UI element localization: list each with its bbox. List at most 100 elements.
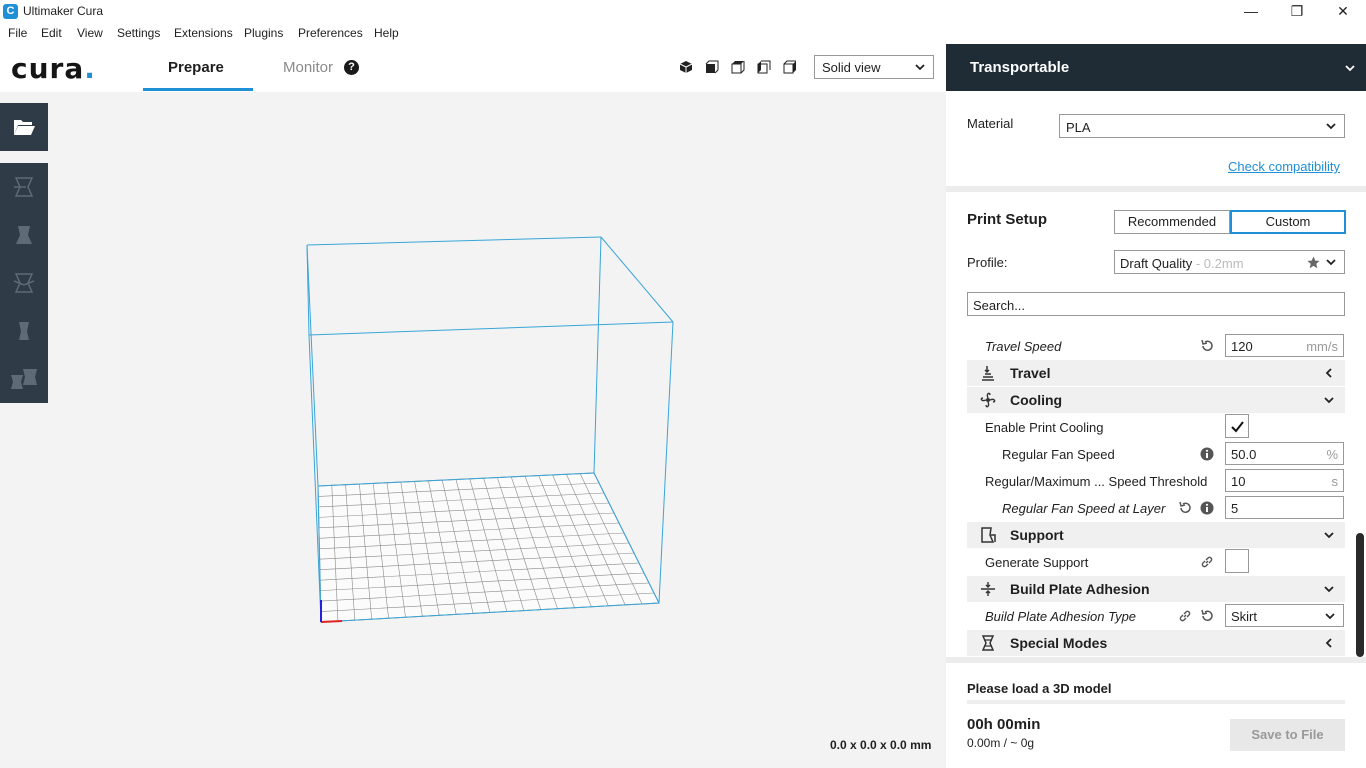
rotate-tool-icon[interactable]	[12, 271, 36, 295]
category-travel-label: Travel	[1010, 365, 1051, 381]
chevron-down-icon	[1324, 586, 1334, 593]
save-to-file-button[interactable]: Save to File	[1230, 719, 1345, 751]
support-icon	[981, 527, 996, 543]
maximize-button[interactable]: ❐	[1274, 0, 1320, 23]
chevron-down-icon	[1325, 613, 1335, 620]
travel-speed-input[interactable]: 120 mm/s	[1225, 334, 1344, 357]
enable-cooling-checkbox[interactable]	[1225, 414, 1249, 438]
chevron-down-icon	[1326, 123, 1336, 130]
reset-icon[interactable]	[1200, 339, 1214, 353]
load-model-message: Please load a 3D model	[967, 681, 1112, 696]
custom-mode-button[interactable]: Custom	[1230, 210, 1346, 234]
menu-view[interactable]: View	[77, 26, 103, 40]
move-tool-icon[interactable]	[12, 175, 36, 199]
profile-layer-height: - 0.2mm	[1192, 256, 1244, 271]
chevron-down-icon	[1345, 65, 1355, 72]
travel-icon	[982, 366, 994, 381]
model-dimensions: 0.0 x 0.0 x 0.0 mm	[830, 738, 932, 752]
reset-icon[interactable]	[1200, 609, 1214, 623]
view-3d-icon[interactable]	[679, 60, 693, 74]
mirror-tool-icon[interactable]	[12, 319, 36, 343]
info-icon[interactable]	[1200, 501, 1214, 515]
menu-preferences[interactable]: Preferences	[298, 26, 363, 40]
model-tools-toolbar	[0, 163, 48, 403]
cura-app-icon: C	[3, 4, 18, 19]
profile-value: Draft Quality	[1120, 256, 1193, 271]
reset-icon[interactable]	[1178, 501, 1192, 515]
travel-speed-value: 120	[1231, 339, 1253, 354]
tab-prepare[interactable]: Prepare	[168, 59, 224, 76]
fan-layer-input[interactable]: 5	[1225, 496, 1344, 519]
menu-settings[interactable]: Settings	[117, 26, 160, 40]
menu-extensions[interactable]: Extensions	[174, 26, 233, 40]
category-cooling[interactable]: Cooling	[967, 387, 1345, 413]
generate-support-checkbox[interactable]	[1225, 549, 1249, 573]
check-compatibility-link[interactable]: Check compatibility	[1228, 159, 1340, 174]
adhesion-type-value: Skirt	[1231, 609, 1257, 624]
close-button[interactable]: ✕	[1320, 0, 1366, 23]
link-icon[interactable]	[1200, 555, 1214, 569]
scale-tool-icon[interactable]	[12, 223, 36, 247]
slicing-progress-bar	[967, 700, 1345, 704]
speed-threshold-label: Regular/Maximum ... Speed Threshold	[985, 474, 1208, 489]
chevron-down-icon	[1326, 259, 1336, 266]
enable-cooling-label: Enable Print Cooling	[985, 420, 1104, 435]
fan-speed-input[interactable]: 50.0 %	[1225, 442, 1344, 465]
3d-viewport[interactable]	[0, 44, 946, 768]
settings-scrollbar[interactable]	[1356, 533, 1364, 657]
material-select[interactable]: PLA	[1059, 114, 1345, 138]
star-icon[interactable]	[1307, 256, 1320, 269]
category-special-modes-label: Special Modes	[1010, 635, 1108, 651]
link-icon[interactable]	[1178, 609, 1192, 623]
minimize-button[interactable]: —	[1228, 0, 1274, 23]
profile-label: Profile:	[967, 255, 1008, 270]
menu-file[interactable]: File	[8, 26, 27, 40]
travel-speed-unit: mm/s	[1306, 339, 1338, 354]
checkmark-icon	[1231, 421, 1244, 433]
cura-logo: cura.	[11, 52, 96, 85]
generate-support-label: Generate Support	[985, 555, 1089, 570]
menu-plugins[interactable]: Plugins	[244, 26, 283, 40]
category-special-modes[interactable]: Special Modes	[967, 630, 1345, 656]
chevron-down-icon	[1324, 532, 1334, 539]
category-build-plate-adhesion[interactable]: Build Plate Adhesion	[967, 576, 1345, 602]
view-right-icon[interactable]	[783, 60, 797, 74]
adhesion-type-select[interactable]: Skirt	[1225, 604, 1344, 627]
material-value: PLA	[1066, 120, 1091, 135]
adhesion-icon	[981, 582, 995, 596]
fan-speed-unit: %	[1326, 447, 1338, 462]
view-mode-value: Solid view	[822, 60, 881, 75]
fan-layer-value: 5	[1231, 501, 1239, 516]
recommended-mode-button[interactable]: Recommended	[1114, 210, 1230, 234]
adhesion-type-label: Build Plate Adhesion Type	[985, 609, 1137, 624]
view-top-icon[interactable]	[731, 60, 745, 74]
menu-edit[interactable]: Edit	[41, 26, 62, 40]
fan-speed-value: 50.0	[1231, 447, 1257, 462]
tab-monitor[interactable]: Monitor	[283, 59, 333, 76]
chevron-down-icon	[1324, 397, 1334, 404]
menu-bar: File Edit View Settings Extensions Plugi…	[0, 23, 1366, 44]
open-folder-icon[interactable]	[12, 115, 36, 139]
section-divider	[946, 186, 1366, 192]
category-travel[interactable]: Travel	[967, 360, 1345, 386]
material-usage: 0.00m / ~ 0g	[967, 736, 1035, 750]
settings-search-input[interactable]: Search...	[967, 292, 1345, 316]
fan-icon	[980, 392, 996, 408]
print-setup-title: Print Setup	[967, 211, 1048, 228]
view-mode-select[interactable]: Solid view	[814, 55, 934, 79]
view-front-icon[interactable]	[705, 60, 719, 74]
printer-name: Transportable	[970, 59, 1070, 76]
chevron-left-icon	[1325, 638, 1332, 648]
logo-text: cura	[11, 52, 85, 85]
category-support[interactable]: Support	[967, 522, 1345, 548]
speed-threshold-input[interactable]: 10 s	[1225, 469, 1344, 492]
menu-help[interactable]: Help	[374, 26, 399, 40]
info-icon[interactable]	[1200, 447, 1214, 461]
section-divider	[946, 657, 1366, 663]
per-model-settings-icon[interactable]	[9, 367, 39, 391]
window-title: Ultimaker Cura	[23, 4, 104, 18]
profile-select[interactable]: Draft Quality - 0.2mm	[1114, 250, 1345, 274]
speed-threshold-value: 10	[1231, 474, 1246, 489]
monitor-help-icon[interactable]: ?	[344, 60, 359, 75]
view-left-icon[interactable]	[757, 60, 771, 74]
